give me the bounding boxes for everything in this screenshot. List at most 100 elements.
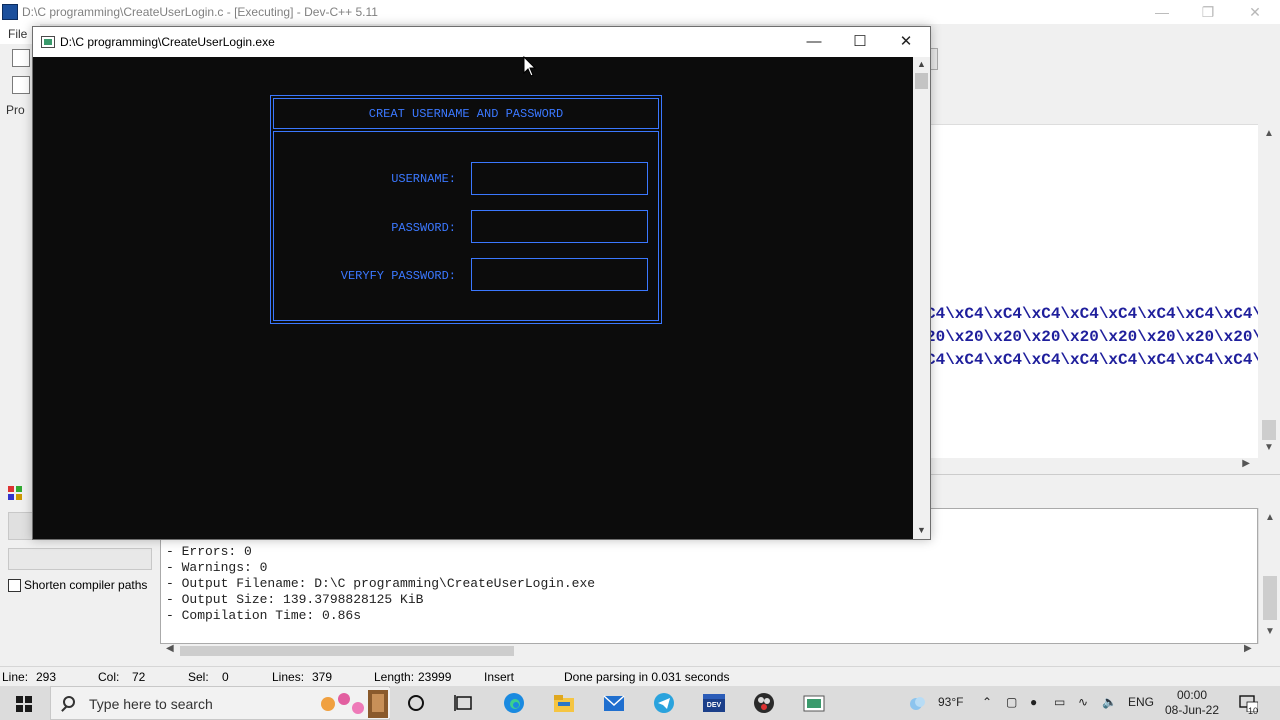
file-explorer-icon[interactable] [550,690,578,716]
log-line: - Output Size: 139.3798828125 KiB [166,592,424,607]
search-highlight-illustration-icon [314,688,390,718]
weather-icon[interactable] [906,692,928,714]
ide-window-title: D:\C programming\CreateUserLogin.c - [Ex… [22,5,378,19]
wifi-icon[interactable]: ∿ [1078,695,1088,709]
ide-minimize-button[interactable]: — [1150,3,1174,21]
devcpp-taskbar-icon[interactable]: DEV [700,690,728,716]
form-title: CREAT USERNAME AND PASSWORD [368,107,564,121]
taskbar-clock[interactable]: 00:00 08-Jun-22 [1164,688,1220,718]
password-field[interactable] [471,210,648,243]
scroll-down-icon[interactable]: ▼ [1264,442,1274,453]
cortana-icon[interactable] [402,690,430,716]
console-minimize-button[interactable]: — [791,27,837,57]
start-button[interactable] [0,686,48,720]
verify-password-label: VERYFY PASSWORD: [340,269,456,283]
scroll-down-icon[interactable]: ▼ [1265,626,1275,637]
log-vertical-scrollbar[interactable]: ▲ ▼ [1258,508,1280,644]
console-maximize-button[interactable]: ☐ [837,27,883,57]
task-view-icon[interactable] [450,690,478,716]
console-output[interactable]: CREAT USERNAME AND PASSWORD USERNAME: PA… [33,57,913,539]
toolbar-dropdown-button[interactable] [930,48,938,70]
ide-titlebar: D:\C programming\CreateUserLogin.c - [Ex… [0,0,1280,24]
log-line: - Errors: 0 [166,544,252,559]
scroll-down-icon[interactable]: ▼ [917,525,926,535]
username-label: USERNAME: [391,172,456,186]
status-col-label: Col: [98,670,120,684]
scroll-right-icon[interactable]: ▶ [1242,458,1250,469]
menu-file[interactable]: File [8,27,27,41]
console-vertical-scrollbar[interactable]: ▲ ▼ [913,57,930,539]
mouse-cursor-icon [523,56,537,77]
microphone-icon[interactable]: ● [1030,695,1037,709]
code-line: 20\x20\x20\x20\x20\x20\x20\x20\x20\x20 [930,328,1258,346]
status-sel-value: 0 [222,670,229,684]
scroll-up-icon[interactable]: ▲ [1265,512,1275,523]
volume-icon[interactable]: 🔈 [1102,695,1117,709]
code-line: C4\xC4\xC4\xC4\xC4\xC4\xC4\xC4\xC4\xC4\x… [930,305,1258,323]
username-field[interactable] [471,162,648,195]
status-length-label: Length: [374,670,415,684]
search-placeholder: Type here to search [89,696,213,712]
telegram-icon[interactable] [650,690,678,716]
status-line-label: Line: [2,670,29,684]
scroll-right-icon[interactable]: ▶ [1244,643,1252,654]
scroll-left-icon[interactable]: ◀ [166,643,174,654]
scroll-thumb[interactable] [180,646,514,656]
weather-temperature[interactable]: 93°F [938,695,963,709]
devcpp-app-icon [2,4,18,20]
console-window[interactable]: D:\C programming\CreateUserLogin.exe — ☐… [32,26,931,540]
obs-studio-icon[interactable] [750,690,778,716]
code-editor[interactable]: C4\xC4\xC4\xC4\xC4\xC4\xC4\xC4\xC4\xC4\x… [930,124,1258,458]
scroll-up-icon[interactable]: ▲ [917,59,926,69]
console-titlebar[interactable]: D:\C programming\CreateUserLogin.exe — ☐… [33,27,930,57]
console-app-icon [41,36,55,48]
edge-browser-icon[interactable] [500,690,528,716]
new-file-icon[interactable] [12,49,30,67]
ide-restore-button[interactable]: ❐ [1196,3,1220,21]
show-hidden-icons-chevron-icon[interactable]: ⌃ [982,695,992,709]
status-lines-value: 379 [312,670,333,684]
editor-vertical-scrollbar[interactable]: ▲ ▼ [1258,124,1280,458]
verify-password-field[interactable] [471,258,648,291]
clock-date: 08-Jun-22 [1164,703,1220,717]
ide-close-button[interactable]: ✕ [1243,3,1267,21]
shorten-paths-label: Shorten compiler paths [24,578,148,592]
form-header-box: CREAT USERNAME AND PASSWORD [273,98,659,129]
status-col-value: 72 [132,670,146,684]
windows-logo-icon [16,696,23,703]
status-lines-label: Lines: [272,670,305,684]
log-line: - Compilation Time: 0.86s [166,608,362,623]
clock-time: 00:00 [1176,688,1208,702]
status-message: Done parsing in 0.031 seconds [564,670,730,684]
password-label: PASSWORD: [391,221,456,235]
console-close-button[interactable]: ✕ [883,27,929,57]
scroll-thumb[interactable] [1262,420,1276,440]
battery-icon[interactable]: ▭ [1054,695,1065,709]
language-indicator[interactable]: ENG [1128,695,1154,709]
log-line: - Warnings: 0 [166,560,268,575]
grid-icon[interactable] [8,486,24,502]
console-window-title: D:\C programming\CreateUserLogin.exe [60,35,275,49]
mail-icon[interactable] [600,690,628,716]
notification-count-badge: 10 [1248,706,1259,716]
form-body-box: USERNAME: PASSWORD: VERYFY PASSWORD: [273,131,659,321]
log-horizontal-scrollbar[interactable]: ◀ ▶ [160,643,1258,658]
scroll-thumb[interactable] [915,73,928,89]
tab-project[interactable]: Pro [6,103,25,117]
status-length-value: 23999 [418,670,452,684]
scroll-up-icon[interactable]: ▲ [1264,128,1274,139]
ide-statusbar: Line: 293 Col: 72 Sel: 0 Lines: 379 Leng… [0,666,1280,686]
svg-text:DEV: DEV [707,702,722,709]
status-mode: Insert [484,670,515,684]
windows-taskbar: Type here to search DEV 93°F ⌃ ▢ ● ▭ ∿ 🔈… [0,686,1280,720]
shorten-paths-checkbox[interactable] [8,579,21,592]
status-line-value: 293 [36,670,57,684]
console-taskbar-icon[interactable] [800,690,828,716]
progress-bar [8,548,152,570]
device-icon[interactable]: ▢ [1006,695,1017,709]
editor-horizontal-scrollbar[interactable]: ▶ [930,458,1258,474]
project-icon[interactable] [12,76,30,94]
scroll-thumb[interactable] [1263,576,1277,620]
editor-bottom-strip [930,474,1280,508]
login-form-frame: CREAT USERNAME AND PASSWORD USERNAME: PA… [270,95,662,324]
